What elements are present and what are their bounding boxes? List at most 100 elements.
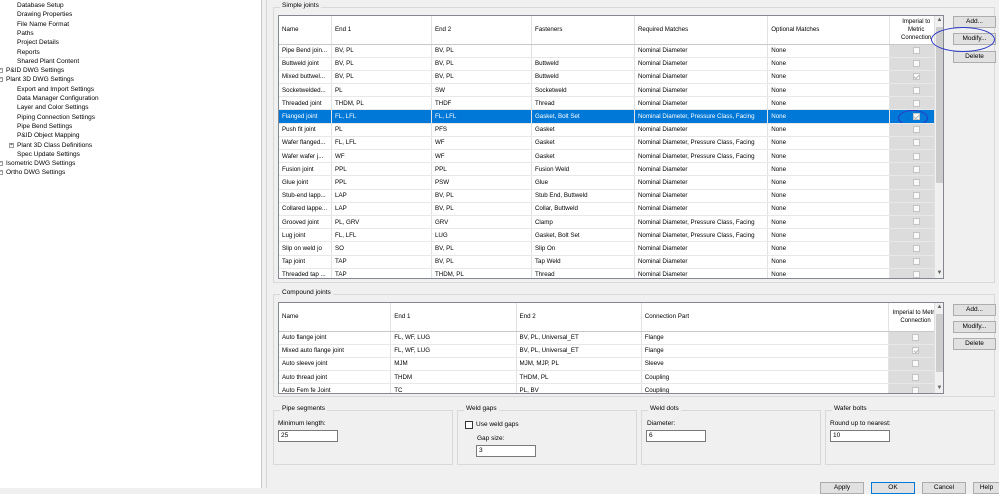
col-end2[interactable]: End 2 — [431, 16, 532, 45]
table-row[interactable]: Fusion joint PPL PPL Fusion Weld Nominal Dia… — [279, 162, 943, 177]
diameter-field[interactable]: 6 — [646, 430, 706, 442]
cancel-button[interactable]: Cancel — [922, 482, 966, 494]
compound-joints-grid[interactable]: Name End 1 End 2 Connection Part Imperia… — [278, 302, 944, 394]
checkbox-icon[interactable] — [912, 139, 920, 147]
col-required-matches[interactable]: Required Matches — [634, 16, 769, 45]
compound-modify-button[interactable]: Modify... — [953, 321, 996, 333]
checkbox-icon[interactable] — [912, 205, 920, 213]
table-row[interactable]: Buttweld joint BV, PL BV, PL Buttweld Nomina… — [279, 57, 943, 71]
table-row[interactable]: Grooved joint PL, GRV GRV Clamp Nominal Diam… — [279, 215, 943, 230]
apply-button[interactable]: Apply — [820, 482, 864, 494]
checkbox-icon[interactable] — [912, 373, 920, 381]
checked-checkbox-icon[interactable] — [912, 73, 920, 81]
checkbox-icon[interactable] — [912, 360, 920, 368]
checkbox-icon[interactable] — [912, 244, 920, 252]
minimum-length-field[interactable]: 25 — [278, 430, 338, 442]
checkbox-icon[interactable] — [912, 334, 920, 342]
scroll-down-icon[interactable]: ▼ — [935, 269, 943, 278]
expand-icon[interactable]: + — [9, 142, 14, 148]
checkbox-icon[interactable] — [912, 178, 920, 186]
tree-item[interactable]: Shared Plant Content — [17, 57, 79, 66]
col-name[interactable]: Name — [279, 303, 392, 332]
table-row[interactable]: Collared lappe... LAP BV, PL Collar, Buttwe… — [279, 202, 943, 216]
ok-button[interactable]: OK — [871, 482, 915, 494]
table-row[interactable]: Mixed buttwel... BV, PL BV, PL Buttweld Nomi… — [279, 70, 943, 85]
simple-joints-scrollbar[interactable]: ▲ ▼ — [934, 16, 943, 278]
tree-item[interactable]: Spec Update Settings — [17, 150, 80, 159]
table-row[interactable]: Push fit joint PL PFS Gasket Nominal Diamete… — [279, 123, 943, 137]
table-row[interactable]: Pipe Bend join... BV, PL BV, PL Nominal Dia… — [279, 44, 943, 58]
table-row[interactable]: Glue joint PPL PSW Glue Nominal Diameter None — [279, 175, 943, 190]
scroll-up-icon[interactable]: ▲ — [935, 303, 943, 312]
tree-item[interactable]: Project Details — [17, 38, 59, 47]
tree-item[interactable]: Reports — [17, 48, 40, 57]
collapse-icon[interactable]: − — [0, 68, 3, 74]
table-row[interactable]: Auto sleeve joint MJM MJM, MJP, PL Sleeve — [279, 357, 943, 372]
checked-checkbox-icon[interactable] — [912, 347, 920, 355]
scroll-down-icon[interactable]: ▼ — [935, 384, 943, 393]
tree-item[interactable]: Plant 3D DWG Settings — [6, 75, 74, 84]
col-connection-part[interactable]: Connection Part — [641, 303, 890, 332]
checkbox-icon[interactable] — [912, 218, 920, 226]
table-row[interactable]: Socketwelded... PL SW Socketweld Nominal Dia… — [279, 83, 943, 98]
use-weld-gaps-label[interactable]: Use weld gaps — [476, 421, 519, 428]
table-row[interactable]: Wafer wafer j... WF WF Gasket Nominal Diamet… — [279, 149, 943, 164]
checkbox-icon[interactable] — [912, 165, 920, 173]
compound-delete-button[interactable]: Delete — [953, 338, 996, 350]
compound-add-button[interactable]: Add... — [953, 304, 996, 316]
tree-item[interactable]: Isometric DWG Settings — [6, 159, 75, 168]
col-name[interactable]: Name — [279, 16, 332, 45]
table-row[interactable]: Threaded tap ... TAP THDM, PL Thread Nominal… — [279, 268, 943, 278]
checkbox-icon[interactable] — [912, 60, 920, 68]
col-end1[interactable]: End 1 — [331, 16, 432, 45]
tree-item[interactable]: Paths — [17, 29, 34, 38]
simple-joints-grid[interactable]: Name End 1 End 2 Fasteners Required Matc… — [278, 15, 944, 279]
tree-item[interactable]: Layer and Color Settings — [17, 103, 89, 112]
checkbox-icon[interactable] — [912, 86, 920, 94]
table-row[interactable]: Stub-end lapp... LAP BV, PL Stub End, Buttw… — [279, 189, 943, 203]
checkbox-icon[interactable] — [912, 99, 920, 107]
use-weld-gaps-checkbox[interactable] — [465, 421, 473, 429]
tree-item[interactable]: Pipe Bend Settings — [17, 122, 72, 131]
table-row[interactable]: Mixed auto flange joint FL, WF, LUG BV, PL… — [279, 344, 943, 358]
checkbox-icon[interactable] — [912, 126, 920, 134]
checkbox-icon[interactable] — [912, 152, 920, 160]
col-fasteners[interactable]: Fasteners — [531, 16, 635, 45]
table-row[interactable]: Auto flange joint FL, WF, LUG BV, PL, Univ… — [279, 331, 943, 345]
simple-delete-button[interactable]: Delete — [953, 51, 996, 63]
tree-item[interactable]: Database Setup — [17, 1, 64, 10]
scroll-up-icon[interactable]: ▲ — [935, 16, 943, 25]
table-row[interactable]: Tap joint TAP BV, PL Tap Weld Nominal Diamet… — [279, 255, 943, 269]
compound-joints-scrollbar[interactable]: ▲ ▼ — [934, 303, 943, 393]
col-optional-matches[interactable]: Optional Matches — [767, 16, 891, 45]
tree-item[interactable]: Ortho DWG Settings — [6, 168, 65, 177]
collapse-icon[interactable]: − — [0, 161, 3, 167]
help-button[interactable]: Help — [973, 482, 999, 494]
tree-item[interactable]: Plant 3D Class Definitions — [17, 141, 92, 150]
col-end1[interactable]: End 1 — [390, 303, 517, 332]
table-row[interactable]: Flanged joint FL, LFL FL, LFL Gasket, Bolt … — [279, 109, 943, 124]
table-row[interactable]: Wafer flanged... FL, LFL WF Gasket Nominal D… — [279, 136, 943, 151]
tree-item[interactable]: P&ID DWG Settings — [6, 66, 64, 75]
tree-item[interactable]: P&ID Object Mapping — [17, 131, 80, 140]
col-end2[interactable]: End 2 — [516, 303, 642, 332]
table-row[interactable]: Lug joint FL, LFL LUG Gasket, Bolt Set Nomin… — [279, 228, 943, 243]
collapse-icon[interactable]: − — [0, 170, 3, 176]
checkbox-icon[interactable] — [912, 231, 920, 239]
checkbox-icon[interactable] — [912, 386, 920, 393]
tree-item[interactable]: Piping Connection Settings — [17, 113, 95, 122]
scroll-thumb[interactable] — [936, 314, 943, 372]
table-row[interactable]: Auto thread joint THDM THDM, PL Coupling — [279, 370, 943, 385]
tree-item[interactable]: Drawing Properties — [17, 10, 72, 19]
checkbox-icon[interactable] — [912, 192, 920, 200]
tree-item[interactable]: Export and Import Settings — [17, 85, 94, 94]
table-row[interactable]: Auto Fem fe Joint TC PL, BV Coupling — [279, 383, 943, 393]
tree-item[interactable]: File Name Format — [17, 20, 69, 29]
scroll-thumb[interactable] — [936, 27, 943, 183]
gap-size-field[interactable]: 3 — [476, 445, 536, 457]
checkbox-icon[interactable] — [912, 271, 920, 278]
table-row[interactable]: Slip on weld jo SO BV, PL Slip On Nominal Di… — [279, 241, 943, 256]
settings-tree[interactable]: Database Setup Drawing Properties File Nam… — [0, 0, 262, 488]
tree-item[interactable]: Data Manager Configuration — [17, 94, 99, 103]
round-up-field[interactable]: 10 — [830, 430, 890, 442]
